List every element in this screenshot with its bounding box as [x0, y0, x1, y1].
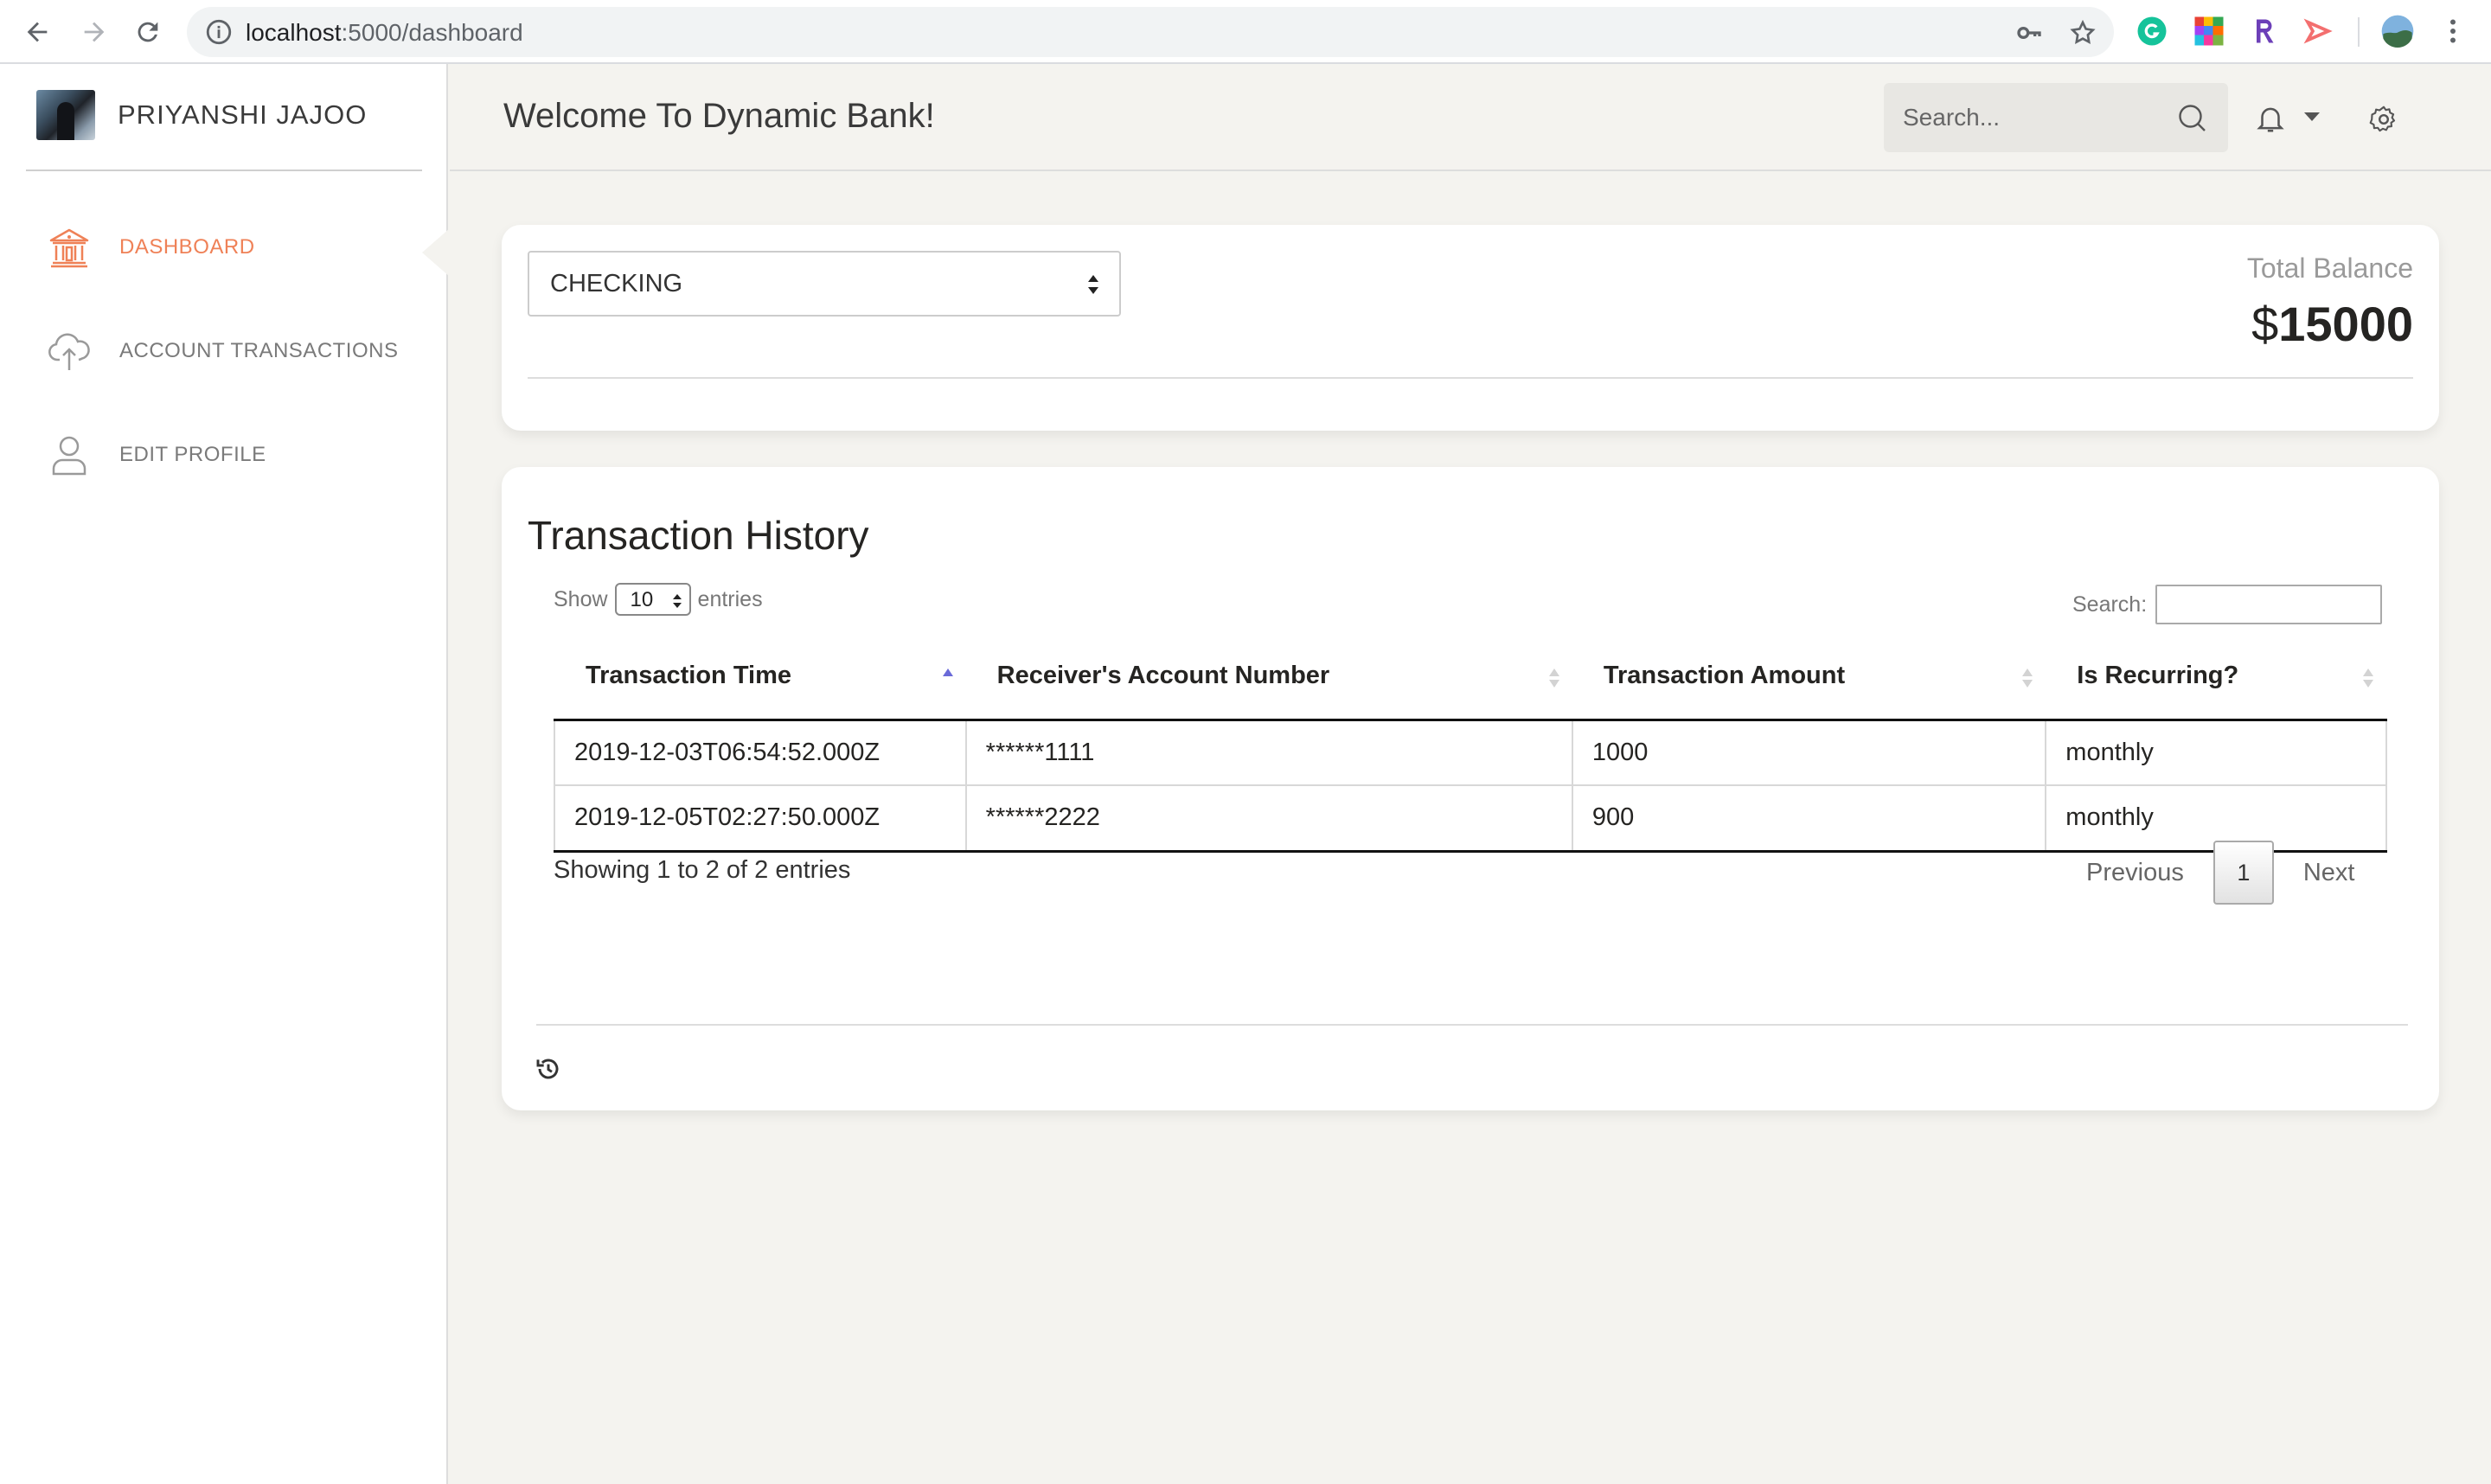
sidebar-item-label: DASHBOARD — [119, 235, 255, 259]
total-balance-label: Total Balance — [2246, 253, 2413, 284]
user-icon — [52, 436, 86, 476]
history-icon[interactable] — [535, 1055, 562, 1083]
sidebar-item-dashboard[interactable]: DASHBOARD — [47, 225, 255, 270]
arrow-left-icon — [27, 22, 48, 42]
url-text: localhost:5000/dashboard — [246, 19, 523, 46]
arrow-right-icon — [84, 22, 105, 42]
search-input[interactable] — [1884, 83, 2169, 152]
sidebar: PRIYANSHI JAJOO DASHBOARD ACCOUNT TRANSA… — [0, 64, 450, 1484]
key-icon[interactable] — [2015, 19, 2043, 47]
table-search-input[interactable] — [2155, 585, 2383, 624]
next-page-button[interactable]: Next — [2274, 859, 2385, 887]
page-length-value: 10 — [630, 588, 654, 611]
column-header-transaction-time[interactable]: Transaction Time — [554, 633, 966, 721]
pagination: Previous 1 Next — [2057, 841, 2384, 905]
sort-both-icon — [2022, 668, 2033, 688]
search-field — [1884, 83, 2228, 152]
grammarly-extension-icon[interactable] — [2136, 16, 2168, 47]
card-footer-divider — [536, 1024, 2408, 1026]
balance-card: CHECKING Total Balance $15000 — [502, 225, 2439, 431]
column-header-receiver-account[interactable]: Receiver's Account Number — [965, 633, 1572, 721]
previous-page-button[interactable]: Previous — [2057, 859, 2213, 887]
currency-symbol: $ — [2251, 297, 2279, 351]
profile-avatar-icon[interactable] — [2380, 14, 2415, 48]
toolbar-divider — [2358, 17, 2360, 47]
bank-icon — [49, 228, 89, 268]
column-header-label: Transaction Amount — [1603, 661, 1846, 689]
sidebar-item-label: ACCOUNT TRANSACTIONS — [119, 339, 399, 362]
account-type-select[interactable]: CHECKING — [528, 251, 1121, 317]
avatar — [36, 90, 95, 140]
sidebar-divider — [26, 170, 422, 171]
card-divider — [528, 377, 2413, 379]
select-arrows-icon — [672, 594, 682, 608]
back-button[interactable] — [16, 10, 59, 54]
r-extension-icon[interactable] — [2249, 16, 2280, 47]
page-length-control: Show 10 entries — [554, 583, 763, 616]
card-title: Transaction History — [528, 513, 869, 558]
address-bar[interactable]: localhost:5000/dashboard — [187, 7, 2114, 57]
account-type-value: CHECKING — [550, 270, 683, 297]
cell-transaction-time: 2019-12-05T02:27:50.000Z — [554, 784, 967, 853]
reload-icon — [138, 22, 158, 42]
cell-transaction-time: 2019-12-03T06:54:52.000Z — [554, 719, 967, 786]
column-header-is-recurring[interactable]: Is Recurring? — [2046, 633, 2386, 721]
sidebar-item-edit-profile[interactable]: EDIT PROFILE — [47, 432, 266, 477]
page-length-select[interactable]: 10 — [614, 583, 691, 616]
reload-button[interactable] — [126, 10, 170, 54]
user-brand[interactable]: PRIYANSHI JAJOO — [36, 90, 367, 140]
cast-extension-icon[interactable] — [2302, 16, 2334, 47]
page-button-current[interactable]: 1 — [2212, 841, 2274, 905]
cell-transaction-amount: 900 — [1571, 784, 2047, 853]
cell-receiver-account: ******1111 — [964, 719, 1573, 786]
balance-value: 15000 — [2278, 297, 2413, 351]
gear-icon[interactable] — [2368, 104, 2399, 135]
column-header-label: Transaction Time — [586, 661, 791, 689]
table-header-row: Transaction Time Receiver's Account Numb… — [554, 633, 2386, 721]
page-title: Welcome To Dynamic Bank! — [503, 97, 935, 135]
table-search-label: Search: — [2072, 592, 2148, 617]
navbar: Welcome To Dynamic Bank! — [450, 64, 2491, 171]
column-header-label: Is Recurring? — [2077, 661, 2239, 689]
transactions-table: Transaction Time Receiver's Account Numb… — [554, 633, 2387, 853]
active-indicator — [422, 228, 450, 277]
sidebar-item-account-transactions[interactable]: ACCOUNT TRANSACTIONS — [47, 329, 398, 374]
table-info: Showing 1 to 2 of 2 entries — [554, 856, 851, 884]
entries-label: entries — [697, 586, 763, 611]
table-row: 2019-12-03T06:54:52.000Z ******1111 1000… — [554, 719, 2387, 786]
cell-receiver-account: ******2222 — [964, 784, 1573, 853]
star-icon[interactable] — [2069, 19, 2097, 47]
user-name: PRIYANSHI JAJOO — [118, 99, 368, 130]
color-palette-extension-icon[interactable] — [2193, 16, 2225, 47]
transaction-history-card: Transaction History Show 10 entries Sear… — [502, 467, 2439, 1110]
sort-both-icon — [2363, 668, 2373, 688]
select-arrows-icon — [1088, 275, 1098, 294]
chevron-down-icon[interactable] — [2304, 112, 2320, 121]
forward-button[interactable] — [73, 10, 116, 54]
cell-transaction-amount: 1000 — [1571, 719, 2047, 786]
info-icon[interactable] — [204, 17, 234, 47]
bell-icon[interactable] — [2254, 102, 2287, 135]
sort-asc-icon — [942, 668, 953, 676]
sort-both-icon — [1548, 668, 1559, 688]
total-balance-amount: $15000 — [2251, 296, 2413, 352]
table-search: Search: — [2072, 585, 2383, 624]
more-vert-icon[interactable] — [2437, 16, 2469, 47]
column-header-transaction-amount[interactable]: Transaction Amount — [1572, 633, 2046, 721]
cell-is-recurring: monthly — [2045, 719, 2387, 786]
browser-toolbar: localhost:5000/dashboard — [0, 0, 2491, 64]
column-header-label: Receiver's Account Number — [996, 661, 1330, 689]
search-icon[interactable] — [2176, 102, 2207, 133]
sidebar-item-label: EDIT PROFILE — [119, 443, 266, 466]
show-label: Show — [554, 586, 608, 611]
cloud-upload-icon — [48, 333, 90, 370]
